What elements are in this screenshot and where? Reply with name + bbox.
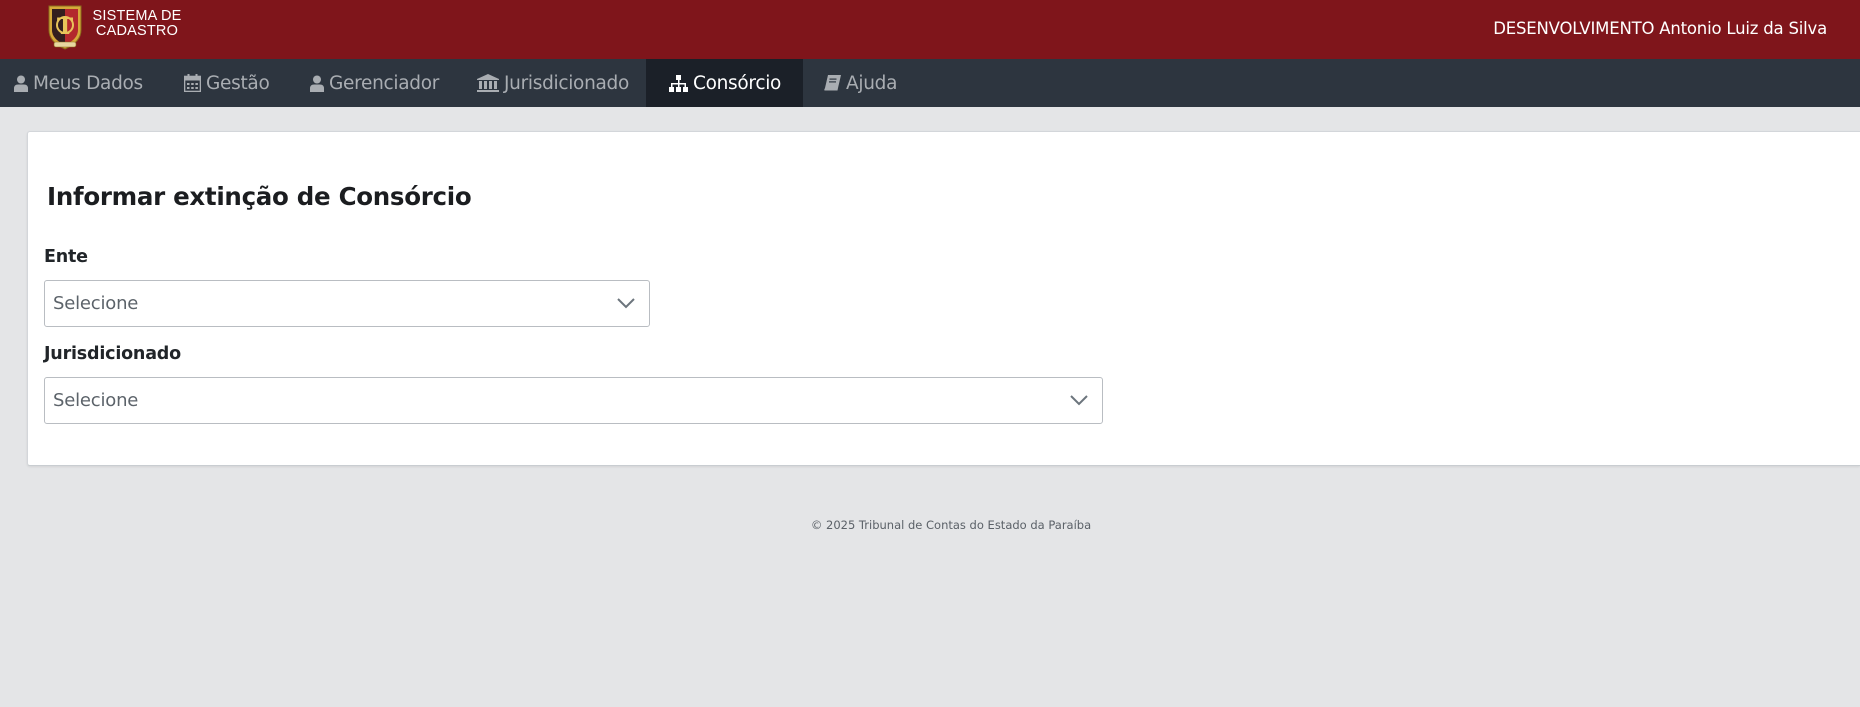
- top-header: T SISTEMA DE CADASTRO DESENVOLVIMENTO An…: [0, 0, 1860, 59]
- ente-label: Ente: [44, 247, 88, 267]
- logo-text: SISTEMA DE CADASTRO: [92, 9, 182, 39]
- ente-select[interactable]: Selecione: [44, 280, 650, 327]
- book-icon: [824, 74, 841, 90]
- user-info[interactable]: DESENVOLVIMENTO Antonio Luiz da Silva: [1493, 19, 1827, 38]
- jurisdicionado-select[interactable]: Selecione: [44, 377, 1103, 424]
- nav-item-jurisdicionado[interactable]: Jurisdicionado: [477, 59, 629, 107]
- nav-label: Meus Dados: [33, 72, 143, 94]
- page-title: Informar extinção de Consórcio: [47, 182, 472, 211]
- nav-item-ajuda[interactable]: Ajuda: [824, 59, 897, 107]
- jurisdicionado-select-value: Selecione: [53, 390, 139, 411]
- logo-text-line2: CADASTRO: [95, 23, 179, 39]
- chevron-down-icon: [617, 298, 635, 309]
- sitemap-icon: [669, 74, 688, 92]
- nav-label: Consórcio: [693, 72, 782, 94]
- jurisdicionado-label: Jurisdicionado: [44, 344, 181, 364]
- nav-item-consorcio[interactable]: Consórcio: [646, 59, 803, 107]
- nav-label: Jurisdicionado: [504, 72, 630, 94]
- nav-label: Gerenciador: [329, 72, 440, 94]
- nav-label: Ajuda: [846, 72, 898, 94]
- bank-icon: [477, 74, 499, 92]
- nav-item-gestao[interactable]: Gestão: [184, 59, 270, 107]
- tce-logo-icon[interactable]: T: [46, 4, 84, 50]
- nav-label: Gestão: [206, 72, 270, 94]
- nav-item-meus-dados[interactable]: Meus Dados: [14, 59, 143, 107]
- user-icon: [14, 75, 28, 92]
- user-icon: [310, 75, 324, 92]
- form-card: Informar extinção de Consórcio Ente Sele…: [27, 131, 1860, 466]
- footer-copyright: © 2025 Tribunal de Contas do Estado da P…: [810, 518, 1092, 532]
- calendar-icon: [184, 74, 201, 92]
- nav-item-gerenciador[interactable]: Gerenciador: [310, 59, 439, 107]
- ente-select-value: Selecione: [53, 293, 139, 314]
- chevron-down-icon: [1070, 395, 1088, 406]
- main-nav: Meus Dados Gestão Gerenciador Jurisdicio…: [0, 59, 1860, 107]
- logo-text-line1: SISTEMA DE: [92, 8, 182, 24]
